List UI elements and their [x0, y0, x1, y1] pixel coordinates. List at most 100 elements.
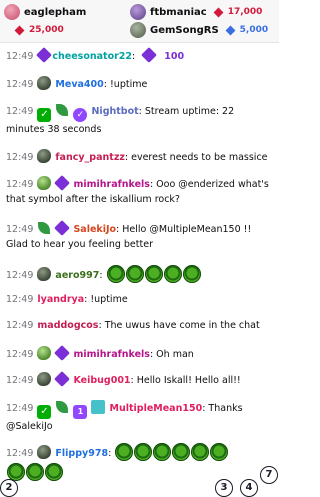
- purple-gem-icon: [141, 47, 158, 63]
- username[interactable]: Meva400: [55, 79, 103, 90]
- chat-message: 12:49 maddogcos: The uwus have come in th…: [6, 318, 272, 333]
- username[interactable]: MultipleMean150: [110, 403, 203, 414]
- timestamp: 12:49: [6, 320, 34, 331]
- emote-row-continued: [6, 463, 272, 481]
- rock-icon: [37, 267, 52, 281]
- purple-gem-icon: [54, 175, 71, 191]
- emote-icon[interactable]: [106, 265, 125, 283]
- timestamp: 12:49: [6, 294, 34, 305]
- red-gem-icon: [213, 7, 224, 17]
- check-icon: ✓: [37, 108, 52, 122]
- counter-button-2[interactable]: 2: [0, 479, 18, 497]
- leaderboard-score-1: 25,000: [14, 22, 64, 38]
- chat-message: 12:49 Flippy978:: [6, 443, 272, 461]
- rock-icon: [37, 445, 52, 459]
- emote-icon[interactable]: [153, 443, 172, 461]
- leaderboard-score: 5,000: [239, 25, 269, 35]
- purple-gem-icon: [54, 345, 71, 361]
- timestamp: 12:49: [6, 375, 34, 386]
- username[interactable]: aero997: [55, 270, 99, 281]
- verified-icon: ✓: [73, 108, 88, 122]
- separator: :: [149, 349, 154, 360]
- rock-green-icon: [37, 346, 52, 360]
- message-text: Hello Iskall! Hello all!!: [136, 375, 241, 386]
- emote-icon[interactable]: [144, 265, 163, 283]
- timestamp: 12:49: [6, 270, 34, 281]
- message-text: Oh man: [156, 349, 194, 360]
- purple-gem-icon: [36, 47, 53, 63]
- leaderboard-name: GemSongRS: [150, 24, 219, 36]
- username[interactable]: maddogcos: [37, 320, 98, 331]
- username[interactable]: mimihrafnkels: [73, 179, 149, 190]
- chat-message: 12:49 ✓ 1 MultipleMean150: Thanks @Saleki…: [6, 400, 272, 434]
- emote-icon[interactable]: [191, 443, 210, 461]
- emote-icon[interactable]: [45, 463, 63, 481]
- timestamp: 12:49: [6, 349, 34, 360]
- leaderboard-entry-1[interactable]: eaglepham: [4, 4, 86, 20]
- timestamp: 12:49: [6, 224, 34, 235]
- chat-message: 12:49 aero997:: [6, 265, 272, 283]
- username[interactable]: cheesonator22: [52, 51, 132, 62]
- emote-icon[interactable]: [115, 443, 134, 461]
- separator: :: [124, 152, 129, 163]
- chat-message: 12:49 Meva400: !uptime: [6, 76, 272, 92]
- username[interactable]: Flippy978: [55, 448, 108, 459]
- message-text: !uptime: [110, 79, 148, 90]
- chat-message: 12:49 fancy_pantzz: everest needs to be …: [6, 149, 272, 165]
- separator: :: [138, 106, 142, 117]
- purple-gem-icon: [54, 220, 71, 236]
- avatar: [130, 22, 146, 38]
- timestamp: 12:49: [6, 403, 34, 414]
- emote-icon[interactable]: [163, 265, 182, 283]
- blue-gem-icon: [225, 25, 236, 35]
- leaf-icon: [38, 222, 51, 234]
- timestamp: 12:49: [6, 79, 34, 90]
- emote-icon[interactable]: [172, 443, 191, 461]
- gift-icon: [91, 400, 106, 414]
- tier-icon: 1: [73, 405, 88, 419]
- username[interactable]: SalekiJo: [73, 224, 116, 235]
- chat-message: 12:49 Keibug001: Hello Iskall! Hello all…: [6, 371, 272, 388]
- chat-message: 12:49 cheesonator22: 100: [6, 47, 272, 64]
- leaderboard-score: 25,000: [29, 25, 64, 35]
- message-text: The uwus have come in the chat: [104, 320, 260, 331]
- username[interactable]: mimihrafnkels: [73, 349, 149, 360]
- counter-button-3[interactable]: 3: [215, 479, 233, 497]
- leaderboard-entry-3[interactable]: GemSongRS 5,000: [130, 22, 268, 38]
- separator: :: [116, 224, 120, 235]
- red-gem-icon: [14, 25, 25, 35]
- leaderboard-name: eaglepham: [24, 6, 87, 18]
- counter-button-7[interactable]: 7: [260, 466, 278, 484]
- chat-message: 12:49 mimihrafnkels: Oh man: [6, 345, 272, 362]
- leaf-icon: [56, 401, 69, 413]
- leaf-icon: [56, 104, 69, 116]
- emote-icon[interactable]: [134, 443, 153, 461]
- separator: :: [202, 403, 206, 414]
- username[interactable]: lyandrya: [37, 294, 84, 305]
- message-text: everest needs to be massice: [131, 152, 268, 163]
- timestamp: 12:49: [6, 51, 34, 62]
- timestamp: 12:49: [6, 106, 34, 117]
- purple-gem-icon: [54, 371, 71, 387]
- rock-icon: [37, 372, 52, 386]
- username[interactable]: Keibug001: [73, 375, 130, 386]
- rock-green-icon: [37, 176, 52, 190]
- username[interactable]: Nightbot: [91, 106, 138, 117]
- message-text: 100: [164, 51, 185, 62]
- separator: :: [149, 179, 154, 190]
- username[interactable]: fancy_pantzz: [55, 152, 124, 163]
- emote-icon[interactable]: [210, 443, 229, 461]
- separator: :: [84, 294, 88, 305]
- counter-button-4[interactable]: 4: [240, 479, 258, 497]
- separator: :: [132, 51, 136, 62]
- emote-icon[interactable]: [125, 265, 144, 283]
- separator: :: [99, 270, 103, 281]
- emote-row: [106, 265, 201, 283]
- emote-icon[interactable]: [182, 265, 201, 283]
- timestamp: 12:49: [6, 152, 34, 163]
- rock-icon: [37, 76, 52, 90]
- rock-icon: [37, 149, 52, 163]
- emote-icon[interactable]: [26, 463, 44, 481]
- message-text: !uptime: [90, 294, 128, 305]
- leaderboard-entry-2[interactable]: ftbmaniac 17,000: [130, 4, 262, 20]
